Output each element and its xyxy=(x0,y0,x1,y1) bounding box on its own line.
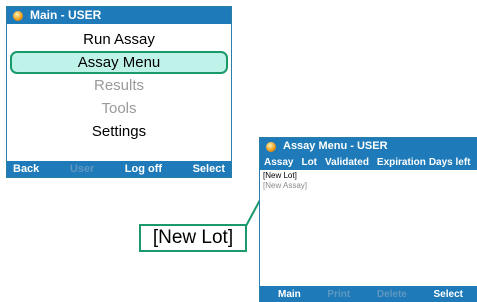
delete-softkey[interactable]: Delete xyxy=(377,289,407,300)
assay-title-bar: Assay Menu - USER xyxy=(260,138,477,155)
column-lot[interactable]: Lot xyxy=(301,155,317,170)
list-item-new-lot[interactable]: [New Lot] xyxy=(260,171,477,181)
print-softkey[interactable]: Print xyxy=(327,289,350,300)
assay-column-headers: Assay Lot Validated Expiration Days left xyxy=(260,155,477,170)
column-days-left[interactable]: Days left xyxy=(429,155,471,170)
column-expiration[interactable]: Expiration xyxy=(377,155,426,170)
column-assay[interactable]: Assay xyxy=(264,155,293,170)
main-softkey[interactable]: Main xyxy=(278,289,301,300)
new-lot-callout: [New Lot] xyxy=(139,224,247,252)
assay-title: Assay Menu - USER xyxy=(283,140,388,152)
list-item-new-assay[interactable]: [New Assay] xyxy=(260,181,477,191)
app-logo-icon xyxy=(266,141,276,152)
column-validated[interactable]: Validated xyxy=(325,155,369,170)
assay-menu-screen: Assay Menu - USER Assay Lot Validated Ex… xyxy=(259,137,477,302)
assay-list: [New Lot] [New Assay] xyxy=(260,170,477,191)
assay-softkey-bar: Main Print Delete Select xyxy=(260,286,477,302)
select-softkey[interactable]: Select xyxy=(434,289,463,300)
